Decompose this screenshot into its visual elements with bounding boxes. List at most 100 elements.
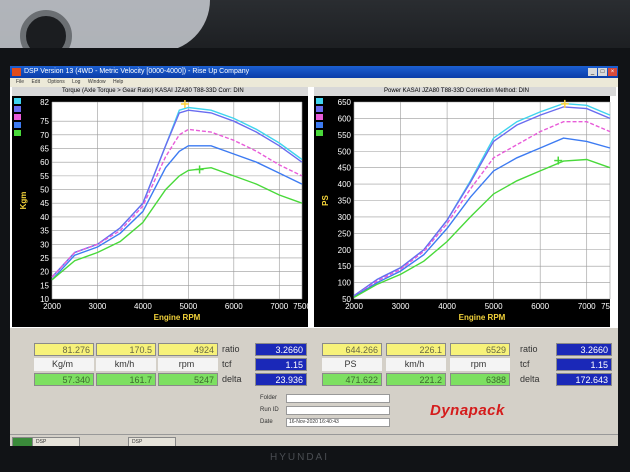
date-field: 16-Nov-2020 16:40:43 xyxy=(286,418,390,427)
run-id-label: Run ID xyxy=(260,407,279,413)
x-axis-label: Engine RPM xyxy=(459,313,506,322)
y-tick-label: 300 xyxy=(338,213,352,222)
power-chart-panel: Power KASAI JZA80 T88-33D Correction Met… xyxy=(314,87,616,327)
y-tick-label: 600 xyxy=(338,114,352,123)
x-tick-label: 7000 xyxy=(578,302,596,311)
unit-label: rpm xyxy=(158,358,218,371)
menu-edit[interactable]: Edit xyxy=(31,79,40,85)
peak-power-rpm: 6529 xyxy=(450,343,510,356)
x-tick-label: 6000 xyxy=(225,302,243,311)
ratio-value: 3.2660 xyxy=(556,343,612,356)
ratio-label: ratio xyxy=(520,344,538,354)
x-tick-label: 6000 xyxy=(531,302,549,311)
app-icon xyxy=(12,68,21,76)
y-tick-label: 55 xyxy=(40,172,49,181)
y-tick-label: 50 xyxy=(40,186,49,195)
compare-power-value: 471.622 xyxy=(322,373,382,386)
ratio-value: 3.2660 xyxy=(255,343,307,356)
y-tick-label: 20 xyxy=(40,268,49,277)
y-tick-label: 65 xyxy=(40,145,49,154)
x-tick-label: 7500 xyxy=(601,302,616,311)
y-tick-label: 250 xyxy=(338,229,352,238)
compare-torque-value: 57.340 xyxy=(34,373,94,386)
menu-file[interactable]: File xyxy=(16,79,24,85)
x-tick-label: 5000 xyxy=(179,302,197,311)
y-tick-label: 450 xyxy=(338,164,352,173)
x-tick-label: 2000 xyxy=(43,302,61,311)
delta-value: 23.936 xyxy=(255,373,307,386)
x-tick-label: 5000 xyxy=(485,302,503,311)
y-tick-label: 500 xyxy=(338,147,352,156)
monitor-brand: HYUNDAI xyxy=(270,452,330,463)
tcf-label: tcf xyxy=(520,359,530,369)
y-tick-label: 70 xyxy=(40,131,49,140)
maximize-button[interactable]: □ xyxy=(598,68,607,76)
y-tick-label: 200 xyxy=(338,246,352,255)
menu-bar: File Edit Options Log Window Help xyxy=(10,78,618,87)
run-id-field[interactable] xyxy=(286,406,390,415)
folder-label: Folder xyxy=(260,395,278,401)
peak-torque-value: 81.276 xyxy=(34,343,94,356)
y-tick-label: 25 xyxy=(40,254,49,263)
unit-label: rpm xyxy=(450,358,510,371)
power-chart: 6506005505004504003503002502001501005020… xyxy=(321,98,616,322)
taskbar: DSP DSP xyxy=(10,434,618,446)
peak-power-speed: 226.1 xyxy=(386,343,446,356)
plot-area xyxy=(52,102,302,299)
x-tick-label: 3000 xyxy=(392,302,410,311)
ratio-label: ratio xyxy=(222,344,240,354)
delta-label: delta xyxy=(222,374,242,384)
x-tick-label: 3000 xyxy=(89,302,107,311)
compare-power-rpm: 6388 xyxy=(450,373,510,386)
x-tick-label: 7500 xyxy=(293,302,308,311)
compare-power-speed: 221.2 xyxy=(386,373,446,386)
x-axis-label: Engine RPM xyxy=(154,313,201,322)
title-bar: DSP Version 13 (4WD - Metric Velocity [0… xyxy=(10,66,618,78)
taskbar-item[interactable]: DSP xyxy=(128,437,176,446)
delta-value: 172.643 xyxy=(556,373,612,386)
tcf-value: 1.15 xyxy=(255,358,307,371)
unit-label: PS xyxy=(322,358,382,371)
taskbar-item[interactable]: DSP xyxy=(32,437,80,446)
tcf-label: tcf xyxy=(222,359,232,369)
x-tick-label: 7000 xyxy=(270,302,288,311)
unit-label: km/h xyxy=(96,358,156,371)
y-tick-label: 45 xyxy=(40,199,49,208)
y-tick-label: 40 xyxy=(40,213,49,222)
y-tick-label: 75 xyxy=(40,117,49,126)
close-button[interactable]: × xyxy=(608,68,617,76)
menu-options[interactable]: Options xyxy=(47,79,64,85)
peak-power-value: 644.266 xyxy=(322,343,382,356)
menu-help[interactable]: Help xyxy=(113,79,123,85)
app-window: DSP Version 13 (4WD - Metric Velocity [0… xyxy=(10,66,618,446)
y-axis-label: PS xyxy=(321,195,330,206)
minimize-button[interactable]: _ xyxy=(588,68,597,76)
unit-label: km/h xyxy=(386,358,446,371)
y-tick-label: 30 xyxy=(40,240,49,249)
peak-torque-speed: 170.5 xyxy=(96,343,156,356)
torque-chart: 8275706560555045403530252015102000 3000 40… xyxy=(19,98,308,322)
power-chart-header: Power KASAI JZA80 T88-33D Correction Met… xyxy=(314,87,616,96)
menu-window[interactable]: Window xyxy=(88,79,106,85)
y-tick-label: 100 xyxy=(338,279,352,288)
window-title: DSP Version 13 (4WD - Metric Velocity [0… xyxy=(24,68,250,75)
x-tick-label: 2000 xyxy=(345,302,363,311)
x-tick-label: 4000 xyxy=(134,302,152,311)
y-tick-label: 350 xyxy=(338,197,352,206)
y-tick-label: 35 xyxy=(40,227,49,236)
compare-torque-speed: 161.7 xyxy=(96,373,156,386)
y-tick-label: 60 xyxy=(40,158,49,167)
x-tick-label: 4000 xyxy=(438,302,456,311)
y-tick-label: 150 xyxy=(338,262,352,271)
menu-log[interactable]: Log xyxy=(72,79,80,85)
tcf-value: 1.15 xyxy=(556,358,612,371)
torque-chart-panel: Torque (Axle Torque > Gear Ratio) KASAI … xyxy=(12,87,308,327)
y-tick-label: 400 xyxy=(338,180,352,189)
compare-torque-rpm: 5247 xyxy=(158,373,218,386)
peak-torque-rpm: 4924 xyxy=(158,343,218,356)
folder-field[interactable] xyxy=(286,394,390,403)
dynapack-logo: Dynapack xyxy=(430,402,505,419)
date-label: Date xyxy=(260,419,273,425)
y-tick-label: 650 xyxy=(338,98,352,107)
start-button[interactable] xyxy=(12,437,34,446)
